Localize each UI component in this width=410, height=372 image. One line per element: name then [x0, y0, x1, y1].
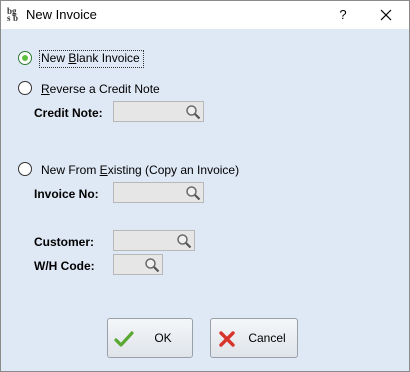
close-button[interactable]	[371, 3, 401, 27]
app-logo-icon: b g s b	[7, 6, 18, 22]
window-title: New Invoice	[26, 7, 97, 22]
green-check-icon	[114, 331, 134, 347]
magnifier-icon[interactable]	[185, 185, 201, 201]
radio-label-new-from-existing[interactable]: New From Existing (Copy an Invoice)	[41, 163, 239, 177]
magnifier-icon[interactable]	[144, 257, 160, 273]
invoice-no-field[interactable]	[113, 182, 204, 203]
radio-new-from-existing[interactable]	[18, 162, 32, 176]
cancel-button[interactable]: Cancel	[210, 318, 298, 358]
ok-button-label: OK	[154, 331, 172, 345]
svg-text:s: s	[7, 13, 11, 22]
radio-label-new-blank-invoice[interactable]: New Blank Invoice	[41, 51, 140, 65]
wh-code-label: W/H Code:	[34, 259, 95, 273]
red-x-icon	[219, 331, 235, 347]
customer-field[interactable]	[113, 230, 195, 251]
title-bar: b g s b New Invoice ?	[1, 1, 409, 29]
credit-note-label: Credit Note:	[34, 106, 103, 120]
help-button[interactable]: ?	[328, 3, 358, 27]
customer-label: Customer:	[34, 235, 95, 249]
credit-note-field[interactable]	[113, 101, 204, 122]
invoice-no-label: Invoice No:	[34, 187, 99, 201]
magnifier-icon[interactable]	[185, 104, 201, 120]
radio-new-blank-invoice[interactable]	[18, 51, 32, 65]
radio-reverse-credit-note[interactable]	[18, 81, 32, 95]
new-invoice-dialog: b g s b New Invoice ? New Blank Invoice …	[0, 0, 410, 372]
cancel-button-label: Cancel	[248, 331, 286, 345]
radio-label-reverse-credit-note[interactable]: Reverse a Credit Note	[41, 82, 160, 96]
ok-button[interactable]: OK	[107, 318, 193, 358]
svg-text:b: b	[13, 13, 18, 22]
close-icon	[380, 9, 392, 21]
magnifier-icon[interactable]	[176, 233, 192, 249]
dialog-body: New Blank Invoice Reverse a Credit Note …	[1, 29, 409, 371]
wh-code-field[interactable]	[113, 254, 163, 275]
